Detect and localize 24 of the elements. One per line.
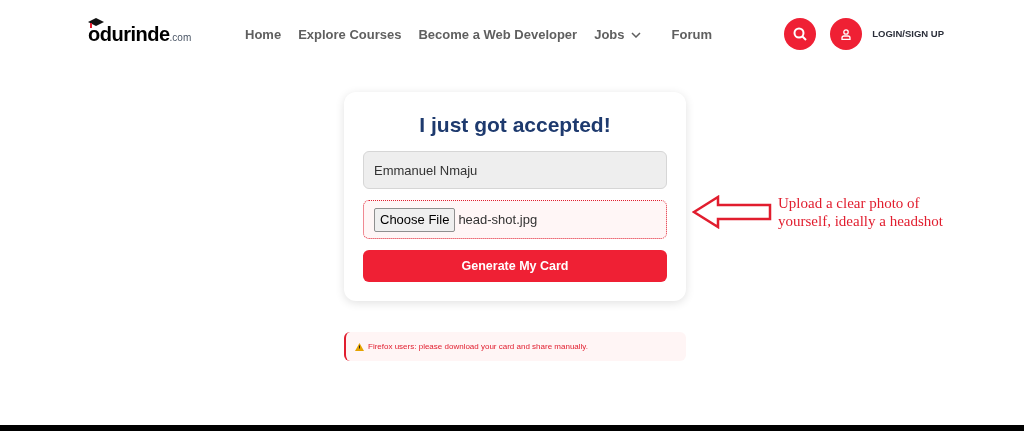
chevron-down-icon	[630, 32, 641, 38]
file-name: head-shot.jpg	[458, 211, 538, 229]
logo-text[interactable]: odurinde	[88, 24, 170, 44]
account-button[interactable]	[830, 18, 863, 50]
nav-link[interactable]: Jobs	[594, 25, 641, 45]
warning-icon	[355, 342, 364, 351]
card-title: I just got accepted!	[418, 112, 612, 138]
warning-text: Firefox users: please download your card and share manually.	[368, 340, 588, 353]
nav-link[interactable]: Forum	[671, 25, 712, 45]
upload-hint: Upload a clear photo of yourself, ideally a headshot	[778, 194, 944, 230]
name-field[interactable]: Emmanuel Nmaju	[363, 151, 667, 190]
search-button[interactable]	[784, 18, 817, 50]
choose-file-button[interactable]: Choose File	[374, 208, 456, 232]
logo-suffix: .com	[169, 33, 192, 43]
search-icon	[793, 27, 808, 41]
generate-card-button[interactable]: Generate My Card	[363, 250, 667, 283]
login-link[interactable]: LOGIN/SIGN UP	[872, 26, 944, 42]
user-icon	[841, 28, 852, 40]
file-upload-field[interactable]: Choose File head-shot.jpg	[363, 200, 667, 240]
nav-link[interactable]: Explore Courses	[298, 25, 402, 45]
left-arrow-icon	[692, 195, 772, 229]
graduation-cap-icon	[88, 18, 104, 28]
nav-link[interactable]: Home	[245, 25, 282, 45]
nav-link[interactable]: Become a Web Developer	[418, 25, 578, 45]
